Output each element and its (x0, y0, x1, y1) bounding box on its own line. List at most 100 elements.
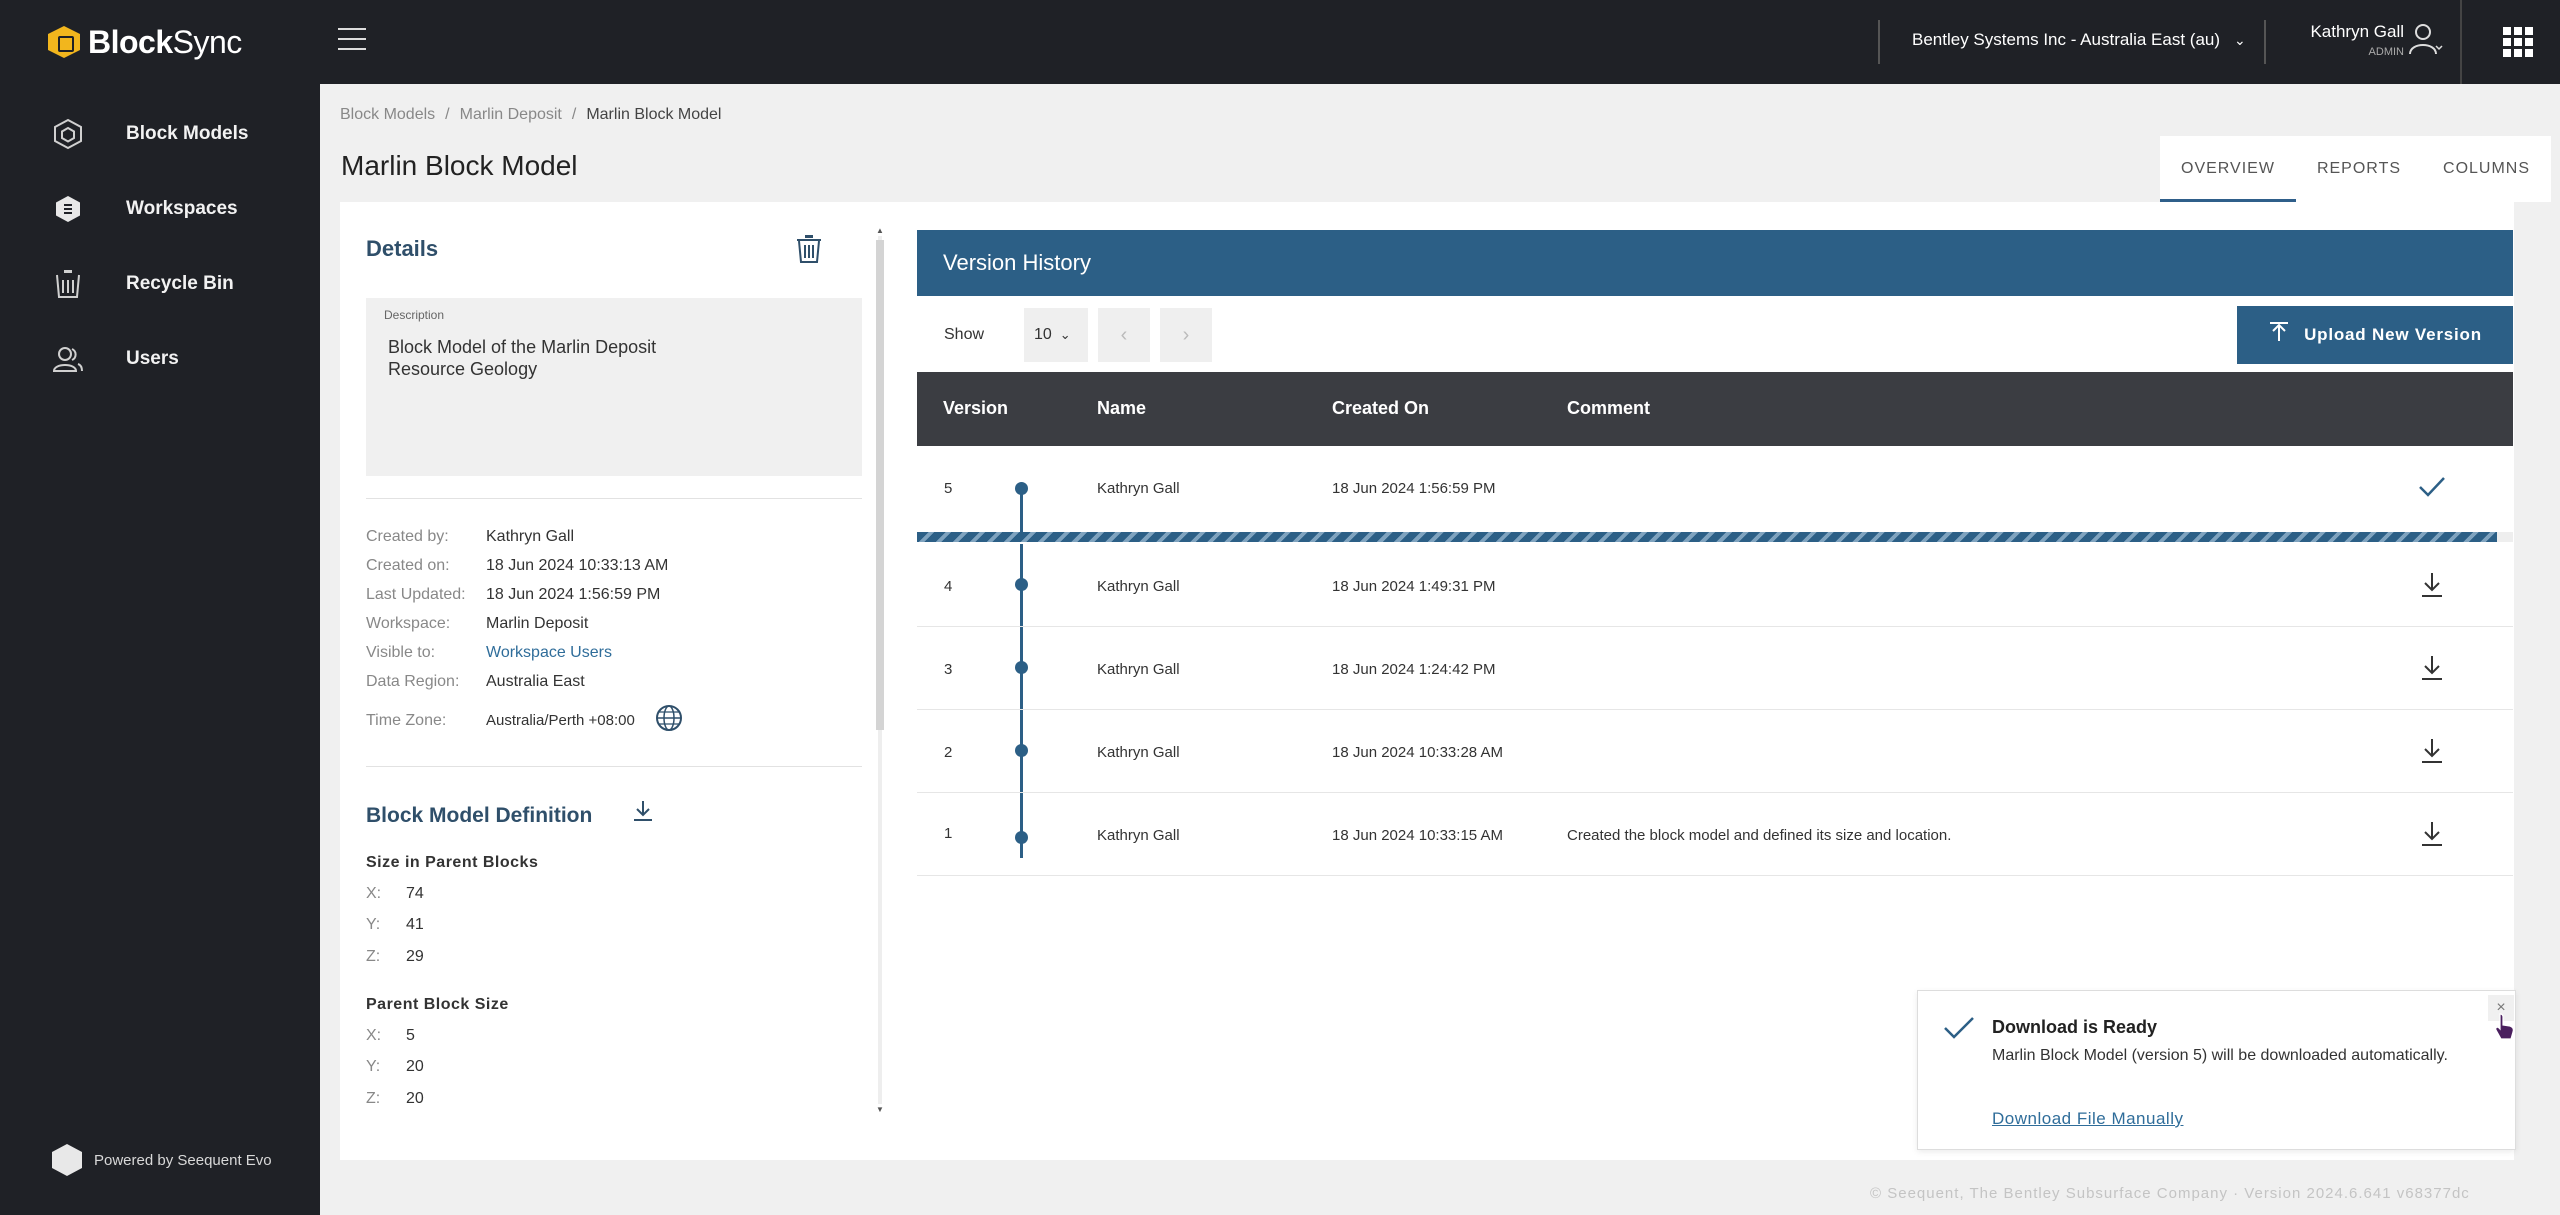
pointer-cursor-icon (2494, 1012, 2516, 1047)
column-header-created-on[interactable]: Created On (1332, 398, 1429, 419)
page-size-select[interactable]: 10 ⌄ (1024, 308, 1088, 362)
version-comment: Created the block model and defined its … (1567, 827, 1952, 844)
sidebar-item-label: Block Models (126, 122, 249, 144)
table-row[interactable]: 2 Kathryn Gall 18 Jun 2024 10:33:28 AM (917, 710, 2513, 793)
sidebar-item-block-models[interactable]: Block Models (0, 96, 320, 171)
version-number: 5 (944, 480, 953, 497)
description-field[interactable]: Description Block Model of the Marlin De… (366, 298, 862, 476)
sidebar-item-label: Workspaces (126, 197, 238, 219)
scroll-thumb[interactable] (876, 240, 884, 730)
chevron-left-icon: ‹ (1120, 323, 1128, 346)
sidebar-nav: Block Models Workspaces Recycle Bin User… (0, 96, 320, 396)
meta-row: Visible to: Workspace Users (366, 638, 862, 667)
axis-value: 41 (406, 916, 424, 934)
meta-key: Data Region: (366, 672, 460, 690)
tab-columns[interactable]: COLUMNS (2422, 136, 2551, 202)
download-progress-bar (917, 530, 2513, 544)
meta-row: Last Updated: 18 Jun 2024 1:56:59 PM (366, 580, 862, 609)
axis-value: 5 (406, 1026, 415, 1044)
sidebar-item-label: Users (126, 347, 179, 369)
divider (1878, 20, 1880, 64)
column-header-comment[interactable]: Comment (1567, 398, 1650, 419)
meta-value: Australia East (486, 672, 585, 690)
meta-key: Time Zone: (366, 711, 447, 729)
meta-key: Last Updated: (366, 585, 466, 603)
version-name: Kathryn Gall (1097, 744, 1180, 761)
app-logo[interactable]: BlockSync (48, 22, 242, 62)
download-manually-link[interactable]: Download File Manually (1992, 1109, 2183, 1129)
block-size-values: X: 5 Y: 20 Z: 20 (366, 1020, 424, 1115)
download-icon[interactable] (2417, 819, 2447, 853)
table-row[interactable]: 3 Kathryn Gall 18 Jun 2024 1:24:42 PM (917, 627, 2513, 710)
version-name: Kathryn Gall (1097, 661, 1180, 678)
tab-overview[interactable]: OVERVIEW (2160, 136, 2296, 202)
sidebar-item-users[interactable]: Users (0, 321, 320, 396)
version-number: 4 (944, 578, 953, 595)
upload-label: Upload New Version (2304, 325, 2482, 344)
globe-icon[interactable] (655, 704, 683, 737)
download-icon[interactable] (2417, 736, 2447, 770)
column-header-name[interactable]: Name (1097, 398, 1146, 419)
meta-key: Workspace: (366, 614, 451, 632)
meta-key: Created by: (366, 527, 449, 545)
version-name: Kathryn Gall (1097, 578, 1180, 595)
download-icon[interactable] (2417, 653, 2447, 687)
users-icon (52, 343, 84, 375)
version-created: 18 Jun 2024 1:56:59 PM (1332, 480, 1496, 497)
breadcrumb-link[interactable]: Marlin Deposit (460, 106, 562, 123)
workspaces-icon (52, 193, 84, 225)
version-history-panel: Version History Show 10 ⌄ ‹ › Upload New… (917, 230, 2514, 876)
toast-message: Marlin Block Model (version 5) will be d… (1992, 1047, 2448, 1064)
tab-reports[interactable]: REPORTS (2296, 136, 2422, 202)
version-created: 18 Jun 2024 10:33:28 AM (1332, 744, 1503, 761)
next-page-button[interactable]: › (1160, 308, 1212, 362)
details-scrollbar[interactable]: ▲ ▼ (876, 226, 884, 1114)
upload-new-version-button[interactable]: Upload New Version (2237, 306, 2513, 364)
logo-icon (48, 26, 80, 58)
timeline-dot (1015, 661, 1028, 674)
table-row[interactable]: 4 Kathryn Gall 18 Jun 2024 1:49:31 PM (917, 544, 2513, 627)
version-table-body: 5 Kathryn Gall 18 Jun 2024 1:56:59 PM 4 … (917, 446, 2514, 876)
description-label: Description (384, 308, 445, 322)
version-toolbar: Show 10 ⌄ ‹ › Upload New Version (917, 296, 2514, 372)
scroll-up-icon[interactable]: ▲ (876, 226, 884, 235)
download-icon[interactable] (630, 798, 656, 829)
check-icon (1942, 1013, 1976, 1048)
progress-fill (917, 532, 2497, 542)
apps-grid-icon[interactable] (2503, 27, 2533, 57)
breadcrumb-link[interactable]: Block Models (340, 106, 435, 123)
user-icon[interactable] (2406, 20, 2446, 65)
version-number: 3 (944, 661, 953, 678)
details-metadata: Created by: Kathryn Gall Created on: 18 Ju… (366, 522, 862, 735)
sidebar-item-workspaces[interactable]: Workspaces (0, 171, 320, 246)
timeline-dot (1015, 831, 1028, 844)
menu-icon[interactable] (338, 28, 366, 56)
sidebar: BlockSync Block Models Workspaces Recycl… (0, 0, 320, 1215)
powered-by[interactable]: Powered by Seequent Evo (52, 1144, 272, 1176)
column-header-version[interactable]: Version (943, 398, 1008, 419)
chevron-right-icon: › (1182, 323, 1190, 346)
download-icon[interactable] (2417, 570, 2447, 604)
previous-page-button[interactable]: ‹ (1098, 308, 1150, 362)
meta-row: Data Region: Australia East (366, 667, 862, 696)
version-name: Kathryn Gall (1097, 827, 1180, 844)
meta-key: Visible to: (366, 643, 436, 661)
delete-icon[interactable] (796, 234, 822, 269)
scroll-down-icon[interactable]: ▼ (876, 1105, 884, 1114)
organization-label: Bentley Systems Inc - Australia East (au… (1912, 30, 2221, 49)
powered-by-text: Powered by Seequent Evo (94, 1151, 272, 1169)
block-model-definition-title: Block Model Definition (366, 804, 593, 827)
organization-selector[interactable]: Bentley Systems Inc - Australia East (au… (1912, 30, 2246, 50)
table-row[interactable]: 1 Kathryn Gall 18 Jun 2024 10:33:15 AM C… (917, 793, 2513, 876)
user-name: Kathryn Gall (2310, 22, 2404, 41)
axis-value: 29 (406, 947, 424, 965)
upload-icon (2268, 321, 2290, 350)
sidebar-item-recycle-bin[interactable]: Recycle Bin (0, 246, 320, 321)
axis-label: Z: (366, 1089, 381, 1107)
user-menu[interactable]: Kathryn Gall ADMIN (2296, 22, 2404, 58)
meta-value: 18 Jun 2024 1:56:59 PM (486, 585, 661, 603)
table-row[interactable]: 5 Kathryn Gall 18 Jun 2024 1:56:59 PM (917, 446, 2513, 530)
logo-text-rest: Sync (172, 23, 243, 60)
download-ready-toast: Download is Ready Marlin Block Model (ve… (1917, 990, 2516, 1150)
visibility-link[interactable]: Workspace Users (486, 644, 612, 662)
